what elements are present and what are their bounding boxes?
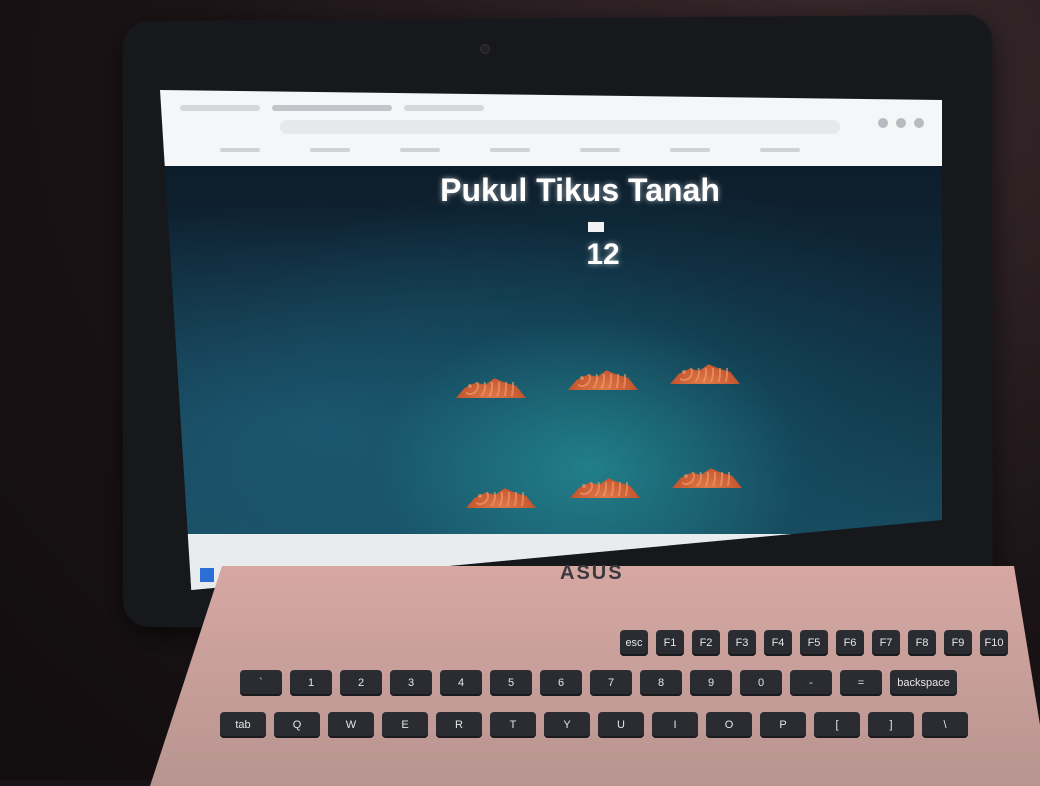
star-icon[interactable] xyxy=(896,118,906,128)
key-1-6[interactable]: 6 xyxy=(540,670,582,696)
profile-icon[interactable] xyxy=(914,118,924,128)
browser-tab[interactable] xyxy=(180,105,260,111)
key-2-9[interactable]: O xyxy=(706,712,752,738)
key-0-3[interactable]: F3 xyxy=(728,630,756,656)
bookmarks-bar xyxy=(220,148,910,154)
brand-logo: ASUS xyxy=(560,562,624,584)
key-2-11[interactable]: [ xyxy=(814,712,860,738)
key-2-7[interactable]: U xyxy=(598,712,644,738)
bookmark-item[interactable] xyxy=(760,148,800,152)
bookmark-item[interactable] xyxy=(490,148,530,152)
key-1-13[interactable]: backspace xyxy=(890,670,958,696)
key-0-7[interactable]: F7 xyxy=(872,630,900,656)
key-2-4[interactable]: R xyxy=(436,712,482,738)
webcam-icon xyxy=(480,44,490,54)
windows-start-icon[interactable] xyxy=(200,568,214,582)
key-1-11[interactable]: - xyxy=(790,670,832,696)
browser-actions xyxy=(878,118,924,128)
score-value: 12 xyxy=(586,238,620,271)
key-0-2[interactable]: F2 xyxy=(692,630,720,656)
key-1-8[interactable]: 8 xyxy=(640,670,682,696)
key-2-2[interactable]: W xyxy=(328,712,374,738)
key-1-1[interactable]: 1 xyxy=(290,670,332,696)
browser-tab-strip xyxy=(180,100,600,116)
key-2-6[interactable]: Y xyxy=(544,712,590,738)
mole-hole[interactable] xyxy=(568,366,638,390)
key-1-2[interactable]: 2 xyxy=(340,670,382,696)
dirt-texture xyxy=(580,482,630,496)
bookmark-item[interactable] xyxy=(580,148,620,152)
browser-tab[interactable] xyxy=(404,105,484,111)
dirt-texture xyxy=(682,472,732,486)
key-0-1[interactable]: F1 xyxy=(656,630,684,656)
key-0-0[interactable]: esc xyxy=(620,630,648,656)
key-0-4[interactable]: F4 xyxy=(764,630,792,656)
key-0-5[interactable]: F5 xyxy=(800,630,828,656)
key-0-9[interactable]: F9 xyxy=(944,630,972,656)
key-0-6[interactable]: F6 xyxy=(836,630,864,656)
game-title: Pukul Tikus Tanah xyxy=(440,172,720,208)
bookmark-item[interactable] xyxy=(670,148,710,152)
mole-hole[interactable] xyxy=(466,484,536,508)
score-flag-icon xyxy=(588,222,604,232)
bookmark-item[interactable] xyxy=(220,148,260,152)
mole-hole[interactable] xyxy=(456,374,526,398)
key-1-9[interactable]: 9 xyxy=(690,670,732,696)
key-1-10[interactable]: 0 xyxy=(740,670,782,696)
key-1-4[interactable]: 4 xyxy=(440,670,482,696)
extension-icon[interactable] xyxy=(878,118,888,128)
key-1-12[interactable]: = xyxy=(840,670,882,696)
key-2-3[interactable]: E xyxy=(382,712,428,738)
key-2-0[interactable]: tab xyxy=(220,712,266,738)
dirt-texture xyxy=(578,374,628,388)
key-1-3[interactable]: 3 xyxy=(390,670,432,696)
dirt-texture xyxy=(466,382,516,396)
browser-toolbar xyxy=(160,90,942,166)
address-bar[interactable] xyxy=(280,120,840,134)
keyboard: esc F1 F2 F3 F4 F5 F6 F7 F8 F9 F10 ` 1 2 3 4 5 6 7 8 9 0- = bac… xyxy=(200,630,1040,780)
key-2-10[interactable]: P xyxy=(760,712,806,738)
key-0-10[interactable]: F10 xyxy=(980,630,1008,656)
key-0-8[interactable]: F8 xyxy=(908,630,936,656)
key-2-12[interactable]: ] xyxy=(868,712,914,738)
browser-tab-active[interactable] xyxy=(272,105,392,111)
game-area: Pukul Tikus Tanah 12 xyxy=(160,166,942,590)
dirt-texture xyxy=(476,492,526,506)
mole-hole[interactable] xyxy=(672,464,742,488)
key-1-0[interactable]: ` xyxy=(240,670,282,696)
key-1-7[interactable]: 7 xyxy=(590,670,632,696)
dirt-texture xyxy=(680,368,730,382)
key-2-13[interactable]: \ xyxy=(922,712,968,738)
key-1-5[interactable]: 5 xyxy=(490,670,532,696)
mole-hole[interactable] xyxy=(570,474,640,498)
key-2-5[interactable]: T xyxy=(490,712,536,738)
mole-hole[interactable] xyxy=(670,360,740,384)
laptop-screen: Pukul Tikus Tanah 12 xyxy=(160,90,942,590)
key-2-1[interactable]: Q xyxy=(274,712,320,738)
key-2-8[interactable]: I xyxy=(652,712,698,738)
bookmark-item[interactable] xyxy=(400,148,440,152)
bookmark-item[interactable] xyxy=(310,148,350,152)
